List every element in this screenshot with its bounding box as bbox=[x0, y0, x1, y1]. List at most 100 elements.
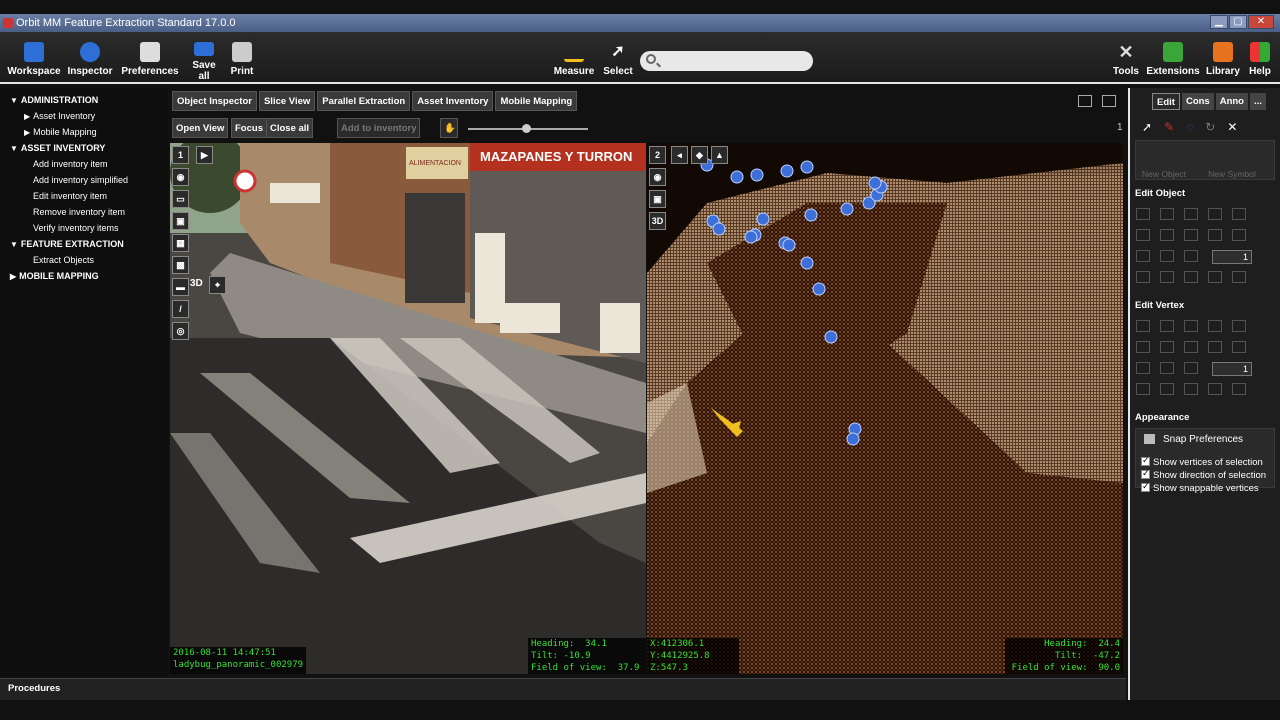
edit-object-tool-icon[interactable] bbox=[1184, 250, 1198, 262]
maximize-icon[interactable]: ▢ bbox=[1229, 15, 1247, 29]
tree-item-mobile-mapping[interactable]: ▶ Mobile Mapping bbox=[24, 127, 97, 137]
measure-button[interactable]: Measure bbox=[553, 42, 595, 82]
edit-vertex-tool-icon[interactable] bbox=[1208, 341, 1222, 353]
edit-object-tool-icon[interactable] bbox=[1136, 271, 1150, 283]
edit-vertex-tool-icon[interactable] bbox=[1160, 383, 1174, 395]
layer-icon[interactable]: ▭ bbox=[172, 190, 189, 208]
image-icon[interactable]: ▣ bbox=[172, 212, 189, 230]
lasso-icon[interactable]: ◌ bbox=[1186, 120, 1193, 134]
arrow-select-icon[interactable]: ➚ bbox=[1142, 120, 1152, 134]
show-snappable-checkbox[interactable]: Show snappable vertices bbox=[1141, 481, 1259, 494]
tree-item-verify-inventory[interactable]: Verify inventory items bbox=[33, 223, 119, 233]
add-to-inventory-button[interactable]: Add to inventory bbox=[337, 118, 421, 138]
tiles-icon[interactable]: ▩ bbox=[172, 256, 189, 274]
edit-vertex-tool-icon[interactable] bbox=[1160, 362, 1174, 374]
pointcloud-view[interactable]: 2 ◉ ▣ 3D ◂ ◆ ▲ X:412306.1 Y:4412925.8 Z:54… bbox=[647, 143, 1123, 674]
tree-header-feature-extraction[interactable]: ▼ FEATURE EXTRACTION bbox=[10, 239, 124, 249]
tab-edit[interactable]: Edit bbox=[1152, 93, 1180, 110]
edit-object-tool-icon[interactable] bbox=[1208, 271, 1222, 283]
settings-icon[interactable]: ◎ bbox=[172, 322, 189, 340]
edit-object-tool-icon[interactable] bbox=[1232, 229, 1246, 241]
edit-object-tool-icon[interactable] bbox=[1184, 208, 1198, 220]
photo-view[interactable]: MAZAPANES Y TURRON ALIMENTACION 1 ◉ ▭ ▣ bbox=[170, 143, 646, 674]
edit-object-tool-icon[interactable] bbox=[1184, 271, 1198, 283]
tree-item-add-inventory[interactable]: Add inventory item bbox=[33, 159, 108, 169]
edit-vertex-tool-icon[interactable] bbox=[1208, 320, 1222, 332]
tree-item-extract-objects[interactable]: Extract Objects bbox=[33, 255, 94, 265]
tree-item-add-simplified[interactable]: Add inventory simplified bbox=[33, 175, 128, 185]
tree-header-asset-inventory[interactable]: ▼ ASSET INVENTORY bbox=[10, 143, 105, 153]
preferences-button[interactable]: Preferences bbox=[120, 42, 180, 82]
play-icon[interactable]: ▶ bbox=[196, 146, 213, 164]
close-all-button[interactable]: Close all bbox=[266, 118, 314, 138]
show-direction-checkbox[interactable]: Show direction of selection bbox=[1141, 468, 1266, 481]
shield-icon[interactable]: ◆ bbox=[691, 146, 708, 164]
edit-vertex-tool-icon[interactable] bbox=[1184, 341, 1198, 353]
tree-header-mobile-mapping[interactable]: ▶ MOBILE MAPPING bbox=[10, 271, 99, 281]
edit-vertex-number[interactable]: 1 bbox=[1212, 362, 1252, 376]
tab-parallel-extraction[interactable]: Parallel Extraction bbox=[317, 91, 411, 111]
save-all-button[interactable]: Save all bbox=[186, 42, 222, 82]
edit-vertex-tool-icon[interactable] bbox=[1232, 383, 1246, 395]
inspector-button[interactable]: Inspector bbox=[67, 42, 113, 82]
grid-layout-icon[interactable] bbox=[1102, 95, 1116, 107]
mode-3d-badge[interactable]: 3D bbox=[649, 212, 666, 230]
edit-object-tool-icon[interactable] bbox=[1232, 208, 1246, 220]
edit-object-tool-icon[interactable] bbox=[1160, 250, 1174, 262]
slider-knob[interactable] bbox=[521, 124, 531, 133]
edit-object-tool-icon[interactable] bbox=[1160, 208, 1174, 220]
monitor-icon[interactable]: ▬ bbox=[172, 278, 189, 296]
open-view-button[interactable]: Open View bbox=[172, 118, 229, 138]
tab-anno[interactable]: Anno bbox=[1215, 93, 1248, 110]
flask-icon[interactable]: ▲ bbox=[711, 146, 728, 164]
edit-vertex-tool-icon[interactable] bbox=[1208, 383, 1222, 395]
extensions-button[interactable]: Extensions bbox=[1146, 42, 1200, 82]
new-object-button[interactable]: New Object bbox=[1128, 169, 1200, 179]
tools-button[interactable]: ✕ Tools bbox=[1112, 42, 1140, 82]
edit-object-tool-icon[interactable] bbox=[1184, 229, 1198, 241]
edit-object-number[interactable]: 1 bbox=[1212, 250, 1252, 264]
globe-icon-2[interactable]: ◉ bbox=[649, 168, 666, 186]
view-id-badge-2[interactable]: 2 bbox=[649, 146, 666, 164]
grid-icon[interactable]: ▦ bbox=[172, 234, 189, 252]
edit-vertex-tool-icon[interactable] bbox=[1160, 341, 1174, 353]
view-id-badge[interactable]: 1 bbox=[172, 146, 189, 164]
tab-asset-inventory[interactable]: Asset Inventory bbox=[412, 91, 494, 111]
brush-icon[interactable]: / bbox=[172, 300, 189, 318]
edit-vertex-tool-icon[interactable] bbox=[1232, 320, 1246, 332]
clear-icon[interactable]: ✕ bbox=[1227, 120, 1237, 134]
minimize-icon[interactable]: ▁ bbox=[1210, 15, 1228, 29]
edit-object-tool-icon[interactable] bbox=[1136, 229, 1150, 241]
delete-select-icon[interactable]: ✎ bbox=[1164, 120, 1174, 134]
help-button[interactable]: Help bbox=[1248, 42, 1272, 82]
redo-icon[interactable]: ↻ bbox=[1205, 120, 1215, 134]
edit-object-tool-icon[interactable] bbox=[1136, 250, 1150, 262]
snap-preferences-button[interactable]: Snap Preferences bbox=[1144, 434, 1243, 445]
close-icon[interactable]: ✕ bbox=[1248, 15, 1274, 29]
edit-vertex-tool-icon[interactable] bbox=[1160, 320, 1174, 332]
edit-vertex-tool-icon[interactable] bbox=[1136, 362, 1150, 374]
print-button[interactable]: Print bbox=[229, 42, 255, 82]
tree-item-edit-inventory[interactable]: Edit inventory item bbox=[33, 191, 107, 201]
focus-button[interactable]: Focus bbox=[231, 118, 267, 138]
library-button[interactable]: Library bbox=[1206, 42, 1240, 82]
minimize-view-icon[interactable] bbox=[1078, 95, 1092, 107]
tab-cons[interactable]: Cons bbox=[1181, 93, 1214, 110]
procedures-tab[interactable]: Procedures bbox=[8, 683, 60, 694]
mode-3d-label[interactable]: 3D bbox=[190, 278, 203, 289]
edit-vertex-tool-icon[interactable] bbox=[1136, 341, 1150, 353]
tab-mobile-mapping[interactable]: Mobile Mapping bbox=[495, 91, 578, 111]
edit-object-tool-icon[interactable] bbox=[1208, 208, 1222, 220]
edit-vertex-tool-icon[interactable] bbox=[1232, 341, 1246, 353]
search-input[interactable] bbox=[640, 51, 813, 71]
show-vertices-checkbox[interactable]: Show vertices of selection bbox=[1141, 455, 1263, 468]
tree-header-administration[interactable]: ▼ ADMINISTRATION bbox=[10, 95, 98, 105]
hand-icon[interactable]: ✋ bbox=[440, 118, 458, 138]
tab-more[interactable]: ... bbox=[1249, 93, 1266, 110]
tab-slice-view[interactable]: Slice View bbox=[258, 91, 316, 111]
edit-object-tool-icon[interactable] bbox=[1232, 271, 1246, 283]
edit-vertex-tool-icon[interactable] bbox=[1184, 383, 1198, 395]
edit-vertex-tool-icon[interactable] bbox=[1136, 383, 1150, 395]
tree-item-remove-inventory[interactable]: Remove inventory item bbox=[33, 207, 125, 217]
edit-object-tool-icon[interactable] bbox=[1136, 208, 1150, 220]
